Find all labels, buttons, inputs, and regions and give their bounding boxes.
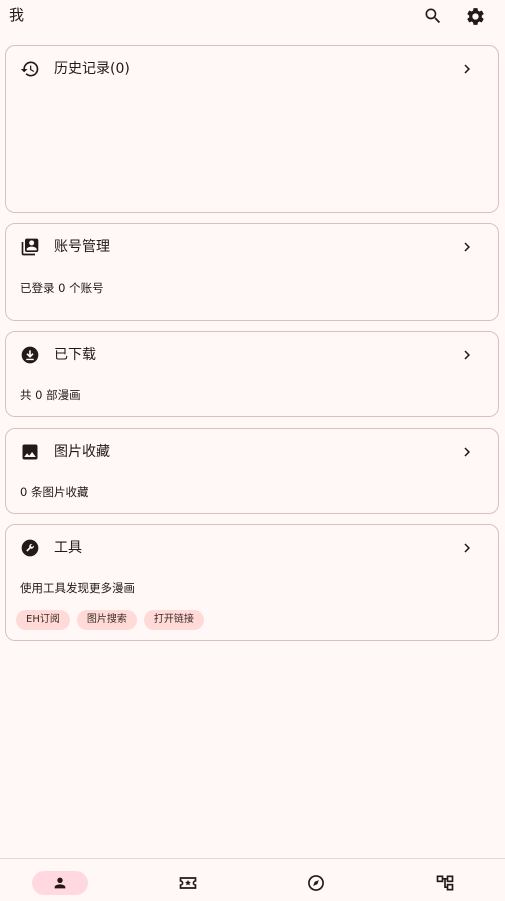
bottom-navigation — [0, 858, 505, 901]
images-title: 图片收藏 — [54, 444, 110, 460]
chevron-right-icon — [458, 346, 476, 364]
downloads-title: 已下载 — [54, 347, 96, 363]
accounts-header[interactable]: 账号管理 — [6, 224, 498, 270]
settings-button[interactable] — [463, 4, 487, 28]
compass-icon — [306, 873, 326, 893]
top-app-bar: 我 — [0, 0, 505, 32]
page-title: 我 — [9, 6, 25, 24]
tools-subtitle: 使用工具发现更多漫画 — [20, 581, 135, 595]
tools-title: 工具 — [54, 540, 82, 556]
nav-categories[interactable] — [417, 871, 473, 895]
downloads-card: 已下载 共 0 部漫画 — [5, 331, 499, 417]
images-subtitle: 0 条图片收藏 — [20, 485, 89, 499]
gear-icon — [465, 6, 486, 27]
history-title: 历史记录(0) — [54, 61, 130, 77]
search-icon — [423, 6, 443, 26]
tools-card: 工具 使用工具发现更多漫画 EH订阅 图片搜索 打开链接 — [5, 524, 499, 641]
tool-chips: EH订阅 图片搜索 打开链接 — [16, 610, 204, 630]
chevron-right-icon — [458, 443, 476, 461]
history-card: 历史记录(0) — [5, 45, 499, 213]
images-header[interactable]: 图片收藏 — [6, 429, 498, 475]
chip-eh-subscription[interactable]: EH订阅 — [16, 610, 70, 630]
tools-header[interactable]: 工具 — [6, 525, 498, 571]
search-button[interactable] — [421, 4, 445, 28]
history-header[interactable]: 历史记录(0) — [6, 46, 498, 92]
image-icon — [20, 442, 40, 462]
chevron-right-icon — [458, 539, 476, 557]
accounts-title: 账号管理 — [54, 239, 110, 255]
nav-explore[interactable] — [288, 871, 344, 895]
wrench-icon — [20, 538, 40, 558]
downloads-header[interactable]: 已下载 — [6, 332, 498, 378]
images-card: 图片收藏 0 条图片收藏 — [5, 428, 499, 514]
downloads-subtitle: 共 0 部漫画 — [20, 388, 81, 402]
account-box-icon — [20, 237, 40, 257]
history-icon — [20, 59, 40, 79]
person-icon — [52, 875, 68, 891]
nav-favorites[interactable] — [160, 871, 216, 895]
chevron-right-icon — [458, 238, 476, 256]
accounts-subtitle: 已登录 0 个账号 — [20, 281, 104, 295]
hierarchy-icon — [435, 873, 455, 893]
chevron-right-icon — [458, 60, 476, 78]
chip-open-link[interactable]: 打开链接 — [143, 610, 204, 630]
accounts-card: 账号管理 已登录 0 个账号 — [5, 223, 499, 321]
download-icon — [20, 345, 40, 365]
nav-me[interactable] — [32, 871, 88, 895]
ticket-star-icon — [178, 873, 198, 893]
chip-image-search[interactable]: 图片搜索 — [76, 610, 137, 630]
